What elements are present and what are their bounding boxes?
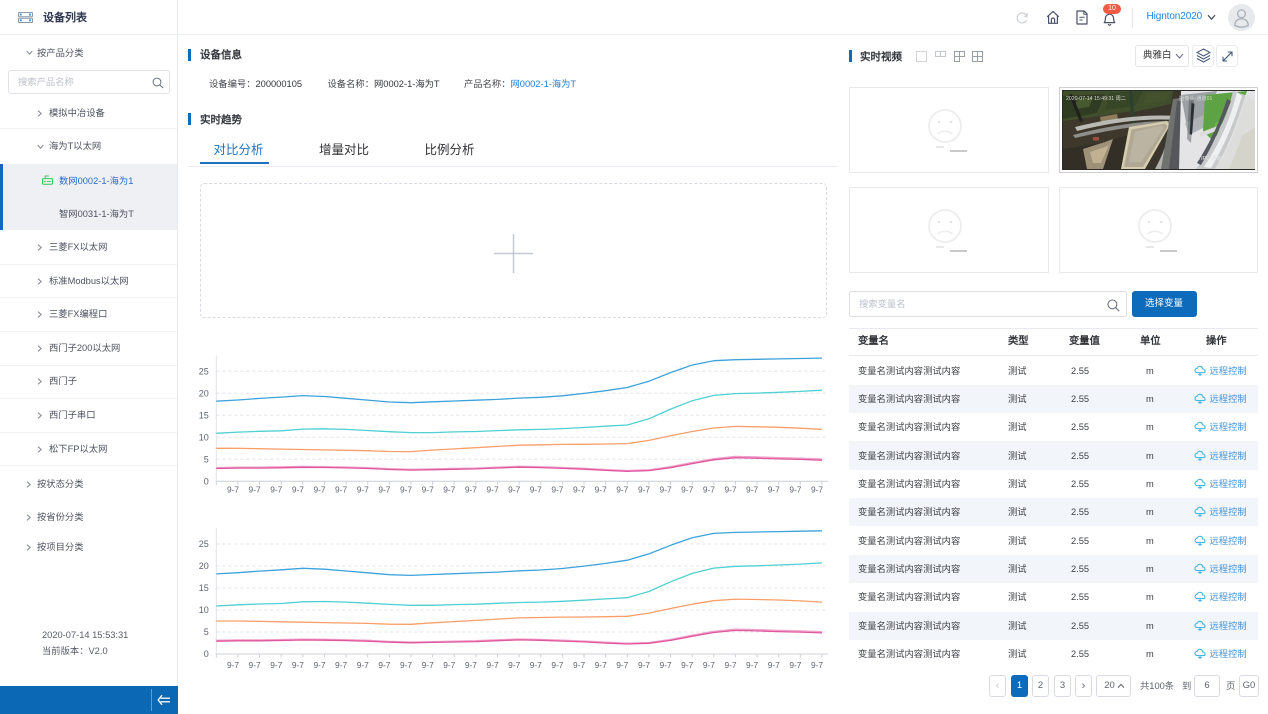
svg-text:5: 5: [204, 454, 209, 464]
svg-text:20: 20: [199, 388, 209, 398]
svg-text:9-7: 9-7: [313, 660, 325, 670]
svg-text:9-7: 9-7: [508, 485, 520, 495]
svg-text:9-7: 9-7: [789, 485, 801, 495]
svg-text:9-7: 9-7: [422, 660, 434, 670]
svg-text:9-7: 9-7: [335, 485, 347, 495]
svg-text:9-7: 9-7: [378, 660, 390, 670]
svg-text:9-7: 9-7: [595, 485, 607, 495]
svg-text:15: 15: [199, 410, 209, 420]
svg-text:9-7: 9-7: [660, 660, 672, 670]
svg-text:9-7: 9-7: [313, 485, 325, 495]
svg-text:9-7: 9-7: [660, 485, 672, 495]
svg-text:HIK IPC/通道01: HIK IPC/通道01: [1191, 154, 1227, 162]
svg-text:9-7: 9-7: [551, 660, 563, 670]
svg-text:9-7: 9-7: [249, 485, 261, 495]
svg-text:2020-07-14 15:49:31 周二: 2020-07-14 15:49:31 周二: [1066, 95, 1126, 102]
svg-text:9-7: 9-7: [551, 485, 563, 495]
svg-text:9-7: 9-7: [703, 485, 715, 495]
svg-text:9-7: 9-7: [724, 660, 736, 670]
svg-text:9-7: 9-7: [400, 485, 412, 495]
svg-text:9-7: 9-7: [616, 660, 628, 670]
svg-text:9-7: 9-7: [335, 660, 347, 670]
svg-text:9-7: 9-7: [292, 660, 304, 670]
svg-text:9-7: 9-7: [638, 485, 650, 495]
svg-text:10: 10: [199, 605, 209, 615]
svg-text:9-7: 9-7: [746, 485, 758, 495]
svg-text:9-7: 9-7: [681, 485, 693, 495]
svg-text:9-7: 9-7: [508, 660, 520, 670]
svg-text:9-7: 9-7: [638, 660, 650, 670]
svg-text:9-7: 9-7: [746, 660, 758, 670]
svg-text:0: 0: [204, 476, 209, 486]
svg-text:9-7: 9-7: [530, 660, 542, 670]
svg-text:9-7: 9-7: [270, 485, 282, 495]
svg-text:9-7: 9-7: [465, 485, 477, 495]
svg-text:0: 0: [204, 649, 209, 659]
svg-text:9-7: 9-7: [703, 660, 715, 670]
svg-text:9-7: 9-7: [811, 485, 823, 495]
svg-text:9-7: 9-7: [595, 660, 607, 670]
svg-text:9-7: 9-7: [724, 485, 736, 495]
svg-text:15: 15: [199, 583, 209, 593]
svg-text:9-7: 9-7: [768, 660, 780, 670]
svg-text:9-7: 9-7: [487, 485, 499, 495]
svg-text:9-7: 9-7: [422, 485, 434, 495]
svg-text:摄像头-通道01: 摄像头-通道01: [1179, 94, 1213, 102]
svg-text:9-7: 9-7: [487, 660, 499, 670]
svg-text:9-7: 9-7: [443, 485, 455, 495]
svg-text:9-7: 9-7: [227, 485, 239, 495]
svg-text:9-7: 9-7: [443, 660, 455, 670]
svg-text:9-7: 9-7: [357, 485, 369, 495]
svg-text:9-7: 9-7: [357, 660, 369, 670]
svg-text:9-7: 9-7: [378, 485, 390, 495]
svg-text:9-7: 9-7: [573, 660, 585, 670]
svg-text:25: 25: [199, 366, 209, 376]
svg-text:9-7: 9-7: [227, 660, 239, 670]
svg-text:9-7: 9-7: [249, 660, 261, 670]
svg-text:9-7: 9-7: [400, 660, 412, 670]
svg-text:5: 5: [204, 627, 209, 637]
svg-text:9-7: 9-7: [789, 660, 801, 670]
svg-text:9-7: 9-7: [811, 660, 823, 670]
svg-text:9-7: 9-7: [465, 660, 477, 670]
svg-text:9-7: 9-7: [270, 660, 282, 670]
svg-text:10: 10: [199, 432, 209, 442]
svg-text:9-7: 9-7: [616, 485, 628, 495]
svg-text:9-7: 9-7: [530, 485, 542, 495]
svg-text:20: 20: [199, 561, 209, 571]
svg-text:25: 25: [199, 539, 209, 549]
svg-text:9-7: 9-7: [768, 485, 780, 495]
svg-text:9-7: 9-7: [681, 660, 693, 670]
svg-text:9-7: 9-7: [573, 485, 585, 495]
svg-text:9-7: 9-7: [292, 485, 304, 495]
